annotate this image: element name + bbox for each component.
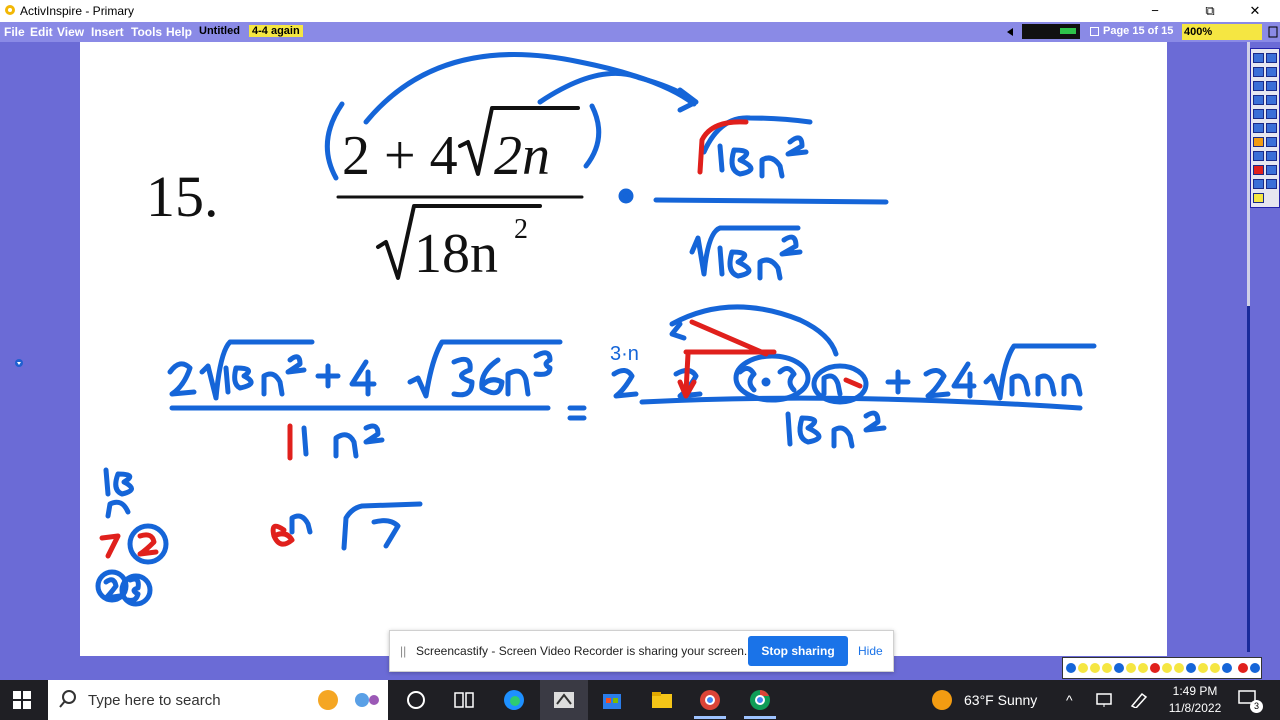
handwriting-layer: 15. 2 + 4 2n 18n 2 3·n xyxy=(95,52,1097,607)
menu-tools[interactable]: Tools xyxy=(131,25,162,39)
activinspire-icon[interactable] xyxy=(552,688,576,712)
show-hidden-icons[interactable]: ^ xyxy=(1066,692,1073,708)
running-indicator xyxy=(694,716,726,719)
denominator-radicand: 18n xyxy=(414,223,498,285)
doc-tab-untitled[interactable]: Untitled xyxy=(199,25,240,37)
menu-view[interactable]: View xyxy=(57,25,84,39)
page-thumbnail[interactable] xyxy=(1022,24,1080,39)
network-icon[interactable] xyxy=(1096,692,1114,708)
taskbar-search[interactable]: Type here to search xyxy=(48,680,388,720)
tool-page-next-icon[interactable] xyxy=(1266,179,1277,189)
chrome-icon[interactable] xyxy=(748,688,772,712)
running-indicator xyxy=(744,716,776,719)
tool-text-icon[interactable] xyxy=(1266,81,1277,91)
menu-help[interactable]: Help xyxy=(166,25,192,39)
tool-delete-icon[interactable] xyxy=(1266,137,1277,147)
denominator-exponent: 2 xyxy=(514,214,528,245)
annotation-3n: 3·n xyxy=(610,343,639,365)
right-panel xyxy=(1167,42,1247,656)
menu-edit[interactable]: Edit xyxy=(30,25,53,39)
stop-sharing-button[interactable]: Stop sharing xyxy=(748,636,848,666)
weather-text: 63°F Sunny xyxy=(964,692,1038,708)
page-indicator: Page 15 of 15 xyxy=(1103,25,1174,37)
tool-spotlight-icon[interactable] xyxy=(1266,151,1277,161)
search-placeholder: Type here to search xyxy=(88,692,221,709)
activinspire-logo-icon xyxy=(5,5,15,15)
restore-button[interactable]: ⧉ xyxy=(1195,2,1225,20)
tool-camera-icon[interactable] xyxy=(1266,165,1277,175)
windows-start-icon[interactable] xyxy=(12,690,32,710)
clock-time: 1:49 PM xyxy=(1172,684,1218,698)
search-highlight-icon xyxy=(318,690,379,710)
minimize-button[interactable]: − xyxy=(1140,2,1170,20)
menu-bar: File Edit View Insert Tools Help Untitle… xyxy=(0,22,1280,42)
window-title: ActivInspire - Primary xyxy=(20,4,135,18)
palette-swatches xyxy=(1066,663,1260,673)
collapse-arrow-icon[interactable] xyxy=(1006,28,1014,36)
chrome-profile-icon[interactable] xyxy=(698,688,722,712)
tool-clear-icon[interactable] xyxy=(1253,151,1264,161)
scrollbar-thumb[interactable] xyxy=(1247,306,1250,652)
close-button[interactable]: ✕ xyxy=(1240,2,1270,20)
notification-count-badge: 3 xyxy=(1250,700,1263,713)
zoom-level[interactable]: 400% xyxy=(1182,24,1262,40)
tool-fill-icon[interactable] xyxy=(1253,95,1264,105)
tool-redo-icon[interactable] xyxy=(1253,109,1264,119)
tool-line-icon[interactable] xyxy=(1253,123,1264,133)
collapse-handle-icon[interactable] xyxy=(14,358,24,368)
share-message: Screencastify - Screen Video Recorder is… xyxy=(416,644,748,658)
menu-file[interactable]: File xyxy=(4,25,25,39)
tool-more-icon[interactable] xyxy=(1253,193,1264,203)
ink-work-line-2: 3·n xyxy=(95,304,1097,607)
hide-button[interactable]: Hide xyxy=(858,644,883,658)
numerator-left: 2 + 4 xyxy=(342,125,458,187)
tool-magic-ink-icon[interactable] xyxy=(1266,123,1277,133)
doc-tab-active[interactable]: 4-4 again xyxy=(249,25,303,37)
pen-workspace-icon[interactable] xyxy=(1130,692,1148,708)
file-explorer-icon[interactable] xyxy=(650,688,674,712)
ink-work-red xyxy=(99,319,863,559)
tool-eraser-icon[interactable] xyxy=(1266,67,1277,77)
flipchart-canvas[interactable]: 15. 2 + 4 2n 18n 2 3·n xyxy=(80,42,1167,656)
left-panel xyxy=(0,42,80,656)
page-icon xyxy=(1090,27,1099,36)
tool-page-prev-icon[interactable] xyxy=(1253,179,1264,189)
clock-date: 11/8/2022 xyxy=(1168,701,1222,715)
cortana-icon[interactable] xyxy=(404,688,428,712)
screen-share-banner: || Screencastify - Screen Video Recorder… xyxy=(389,630,894,672)
drag-handle-icon[interactable]: || xyxy=(400,644,406,658)
task-view-icon[interactable] xyxy=(452,688,476,712)
window-titlebar: ActivInspire - Primary − ⧉ ✕ xyxy=(0,0,1280,22)
tool-shape-icon[interactable] xyxy=(1253,81,1264,91)
search-icon xyxy=(59,690,76,708)
problem-number: 15. xyxy=(146,164,219,229)
taskbar: Type here to search 63°F Sunny ^ 1:49 PM… xyxy=(0,680,1280,720)
tool-reset-icon[interactable] xyxy=(1266,109,1277,119)
tool-undo-icon[interactable] xyxy=(1266,95,1277,105)
menu-insert[interactable]: Insert xyxy=(91,25,124,39)
tool-pen-icon[interactable] xyxy=(1266,53,1277,63)
store-icon[interactable] xyxy=(600,688,624,712)
main-toolbox xyxy=(1250,48,1280,208)
tool-red-pen-icon[interactable] xyxy=(1253,165,1264,175)
numerator-radicand: 2n xyxy=(494,125,550,187)
pin-icon[interactable] xyxy=(1268,26,1278,38)
tool-color-icon[interactable] xyxy=(1253,137,1264,147)
tool-select-icon[interactable] xyxy=(1253,53,1264,63)
pen-palette[interactable] xyxy=(1062,657,1262,679)
edge-browser-icon[interactable] xyxy=(502,688,526,712)
system-clock[interactable]: 1:49 PM 11/8/2022 xyxy=(1160,684,1230,715)
sun-icon xyxy=(932,690,952,710)
tool-highlighter-icon[interactable] xyxy=(1253,67,1264,77)
